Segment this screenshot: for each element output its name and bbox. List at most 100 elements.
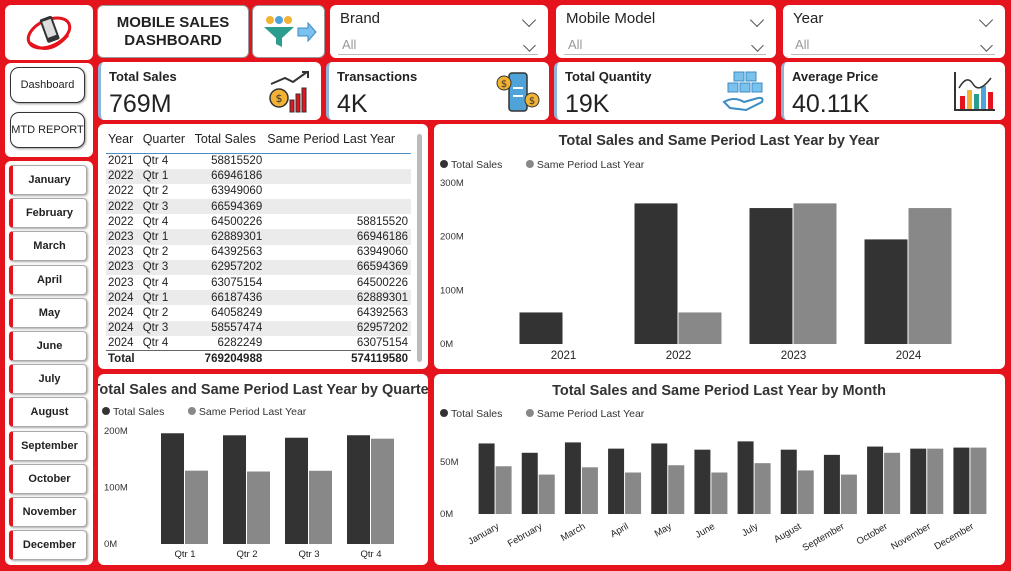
bar-same-period-last-year[interactable] — [247, 471, 270, 544]
kpi-total-quantity: Total Quantity 19K — [554, 62, 776, 120]
bar-same-period-last-year[interactable] — [754, 463, 771, 514]
bar-same-period-last-year[interactable] — [371, 438, 394, 544]
month-button-april[interactable]: April — [9, 264, 87, 295]
bar-total-sales[interactable] — [780, 449, 797, 514]
bar-total-sales[interactable] — [823, 454, 840, 514]
month-button-october[interactable]: October — [9, 463, 87, 494]
bar-total-sales[interactable] — [910, 448, 927, 514]
bar-total-sales[interactable] — [608, 448, 625, 514]
bar-same-period-last-year[interactable] — [185, 470, 208, 544]
bar-same-period-last-year[interactable] — [927, 448, 944, 514]
table-row[interactable]: 2023 Qtr 3 62957202 66594369 — [106, 259, 411, 275]
bar-same-period-last-year[interactable] — [840, 474, 857, 514]
month-button-november[interactable]: November — [9, 497, 87, 527]
mobile-model-slicer-value[interactable]: All — [564, 35, 766, 55]
kpi-average-price: Average Price 40.11K — [781, 62, 1005, 120]
bar-same-period-last-year[interactable] — [970, 447, 987, 514]
table-row[interactable]: 2024 Qtr 4 6282249 63075154 — [106, 336, 411, 351]
kpi-value: 19K — [565, 90, 610, 118]
table-row[interactable]: 2022 Qtr 3 66594369 — [106, 199, 411, 215]
legend-marker — [440, 409, 448, 417]
table-cell — [265, 199, 411, 215]
chart-by-year[interactable]: Total Sales and Same Period Last Year by… — [434, 124, 1005, 369]
bar-same-period-last-year[interactable] — [793, 203, 837, 344]
x-category-label: October — [855, 521, 890, 547]
table-row[interactable]: 2022 Qtr 1 66946186 — [106, 168, 411, 184]
x-category-label: December — [932, 521, 975, 552]
kpi-label: Total Sales — [109, 69, 177, 84]
table-row[interactable]: 2023 Qtr 1 62889301 66946186 — [106, 229, 411, 245]
bar-total-sales[interactable] — [749, 208, 793, 344]
month-button-february[interactable]: February — [9, 198, 87, 229]
month-button-may[interactable]: May — [9, 297, 87, 328]
bar-same-period-last-year[interactable] — [711, 472, 728, 515]
column-header-total-sales[interactable]: Total Sales — [192, 132, 266, 154]
brand-slicer[interactable]: Brand All — [330, 5, 548, 58]
bar-total-sales[interactable] — [478, 443, 495, 514]
bar-same-period-last-year[interactable] — [495, 466, 512, 514]
mobile-model-slicer[interactable]: Mobile Model All — [556, 5, 776, 58]
bar-total-sales[interactable] — [867, 446, 884, 514]
bar-total-sales[interactable] — [285, 437, 308, 544]
table-row[interactable]: 2023 Qtr 4 63075154 64500226 — [106, 275, 411, 290]
chart-by-month[interactable]: Total Sales and Same Period Last Year by… — [434, 374, 1005, 565]
bar-same-period-last-year[interactable] — [678, 312, 722, 344]
bar-same-period-last-year[interactable] — [884, 452, 901, 514]
month-button-march[interactable]: March — [9, 231, 87, 262]
table-scrollbar[interactable] — [417, 134, 422, 362]
table-cell: 2024 — [106, 320, 141, 336]
month-button-july[interactable]: July — [9, 364, 87, 395]
bar-total-sales[interactable] — [953, 447, 970, 514]
svg-text:$: $ — [276, 92, 283, 105]
bar-total-sales[interactable] — [651, 443, 668, 514]
table-cell: Qtr 2 — [142, 306, 169, 319]
bar-same-period-last-year[interactable] — [538, 474, 555, 514]
table-row[interactable]: 2024 Qtr 3 58557474 62957202 — [106, 320, 411, 336]
table-cell: 2024 — [108, 337, 134, 350]
bar-total-sales[interactable] — [737, 441, 754, 514]
month-button-december[interactable]: December — [9, 530, 87, 561]
brand-logo — [5, 5, 93, 60]
filter-funnel-icon — [263, 15, 317, 47]
table-row[interactable]: 2022 Qtr 2 63949060 — [106, 184, 411, 199]
table-cell: 2023 — [106, 229, 141, 245]
bar-same-period-last-year[interactable] — [309, 470, 332, 544]
year-slicer-value[interactable]: All — [791, 35, 995, 55]
table-row[interactable]: 2023 Qtr 2 64392563 63949060 — [106, 245, 411, 260]
month-button-june[interactable]: June — [9, 331, 87, 361]
bar-total-sales[interactable] — [347, 435, 370, 544]
table-cell: Qtr 3 — [140, 259, 193, 275]
legend-label: Same Period Last Year — [537, 159, 645, 171]
bar-same-period-last-year[interactable] — [581, 467, 598, 514]
bar-same-period-last-year[interactable] — [908, 208, 952, 344]
month-button-january[interactable]: January — [9, 165, 87, 195]
mtd-report-button[interactable]: MTD REPORT — [10, 112, 85, 148]
month-button-august[interactable]: August — [9, 397, 87, 428]
column-header-quarter[interactable]: Quarter — [140, 132, 193, 154]
x-category-label: Qtr 4 — [360, 549, 381, 560]
month-button-september[interactable]: September — [9, 430, 87, 461]
table-row[interactable]: 2021 Qtr 4 58815520 — [106, 154, 411, 169]
filter-toggle-button[interactable] — [252, 5, 325, 58]
bar-total-sales[interactable] — [161, 433, 184, 544]
bar-total-sales[interactable] — [519, 312, 563, 344]
bar-total-sales[interactable] — [864, 239, 908, 344]
table-row[interactable]: 2022 Qtr 4 64500226 58815520 — [106, 214, 411, 229]
bar-total-sales[interactable] — [634, 203, 678, 344]
table-row[interactable]: 2024 Qtr 2 64058249 64392563 — [106, 305, 411, 320]
chart-by-quarter[interactable]: Total Sales and Same Period Last Year by… — [98, 374, 428, 565]
year-slicer[interactable]: Year All — [783, 5, 1005, 58]
legend-marker — [187, 407, 196, 415]
bar-same-period-last-year[interactable] — [797, 470, 814, 514]
column-header-year[interactable]: Year — [106, 132, 141, 154]
column-header-same-period-last-year[interactable]: Same Period Last Year — [265, 132, 411, 154]
bar-total-sales[interactable] — [564, 442, 581, 514]
bar-same-period-last-year[interactable] — [625, 472, 642, 515]
bar-total-sales[interactable] — [521, 452, 538, 514]
dashboard-button[interactable]: Dashboard — [10, 67, 85, 103]
bar-total-sales[interactable] — [223, 435, 246, 544]
table-row[interactable]: 2024 Qtr 1 66187436 62889301 — [106, 290, 411, 306]
bar-total-sales[interactable] — [694, 449, 711, 514]
brand-slicer-value[interactable]: All — [338, 35, 538, 55]
bar-same-period-last-year[interactable] — [668, 465, 685, 514]
